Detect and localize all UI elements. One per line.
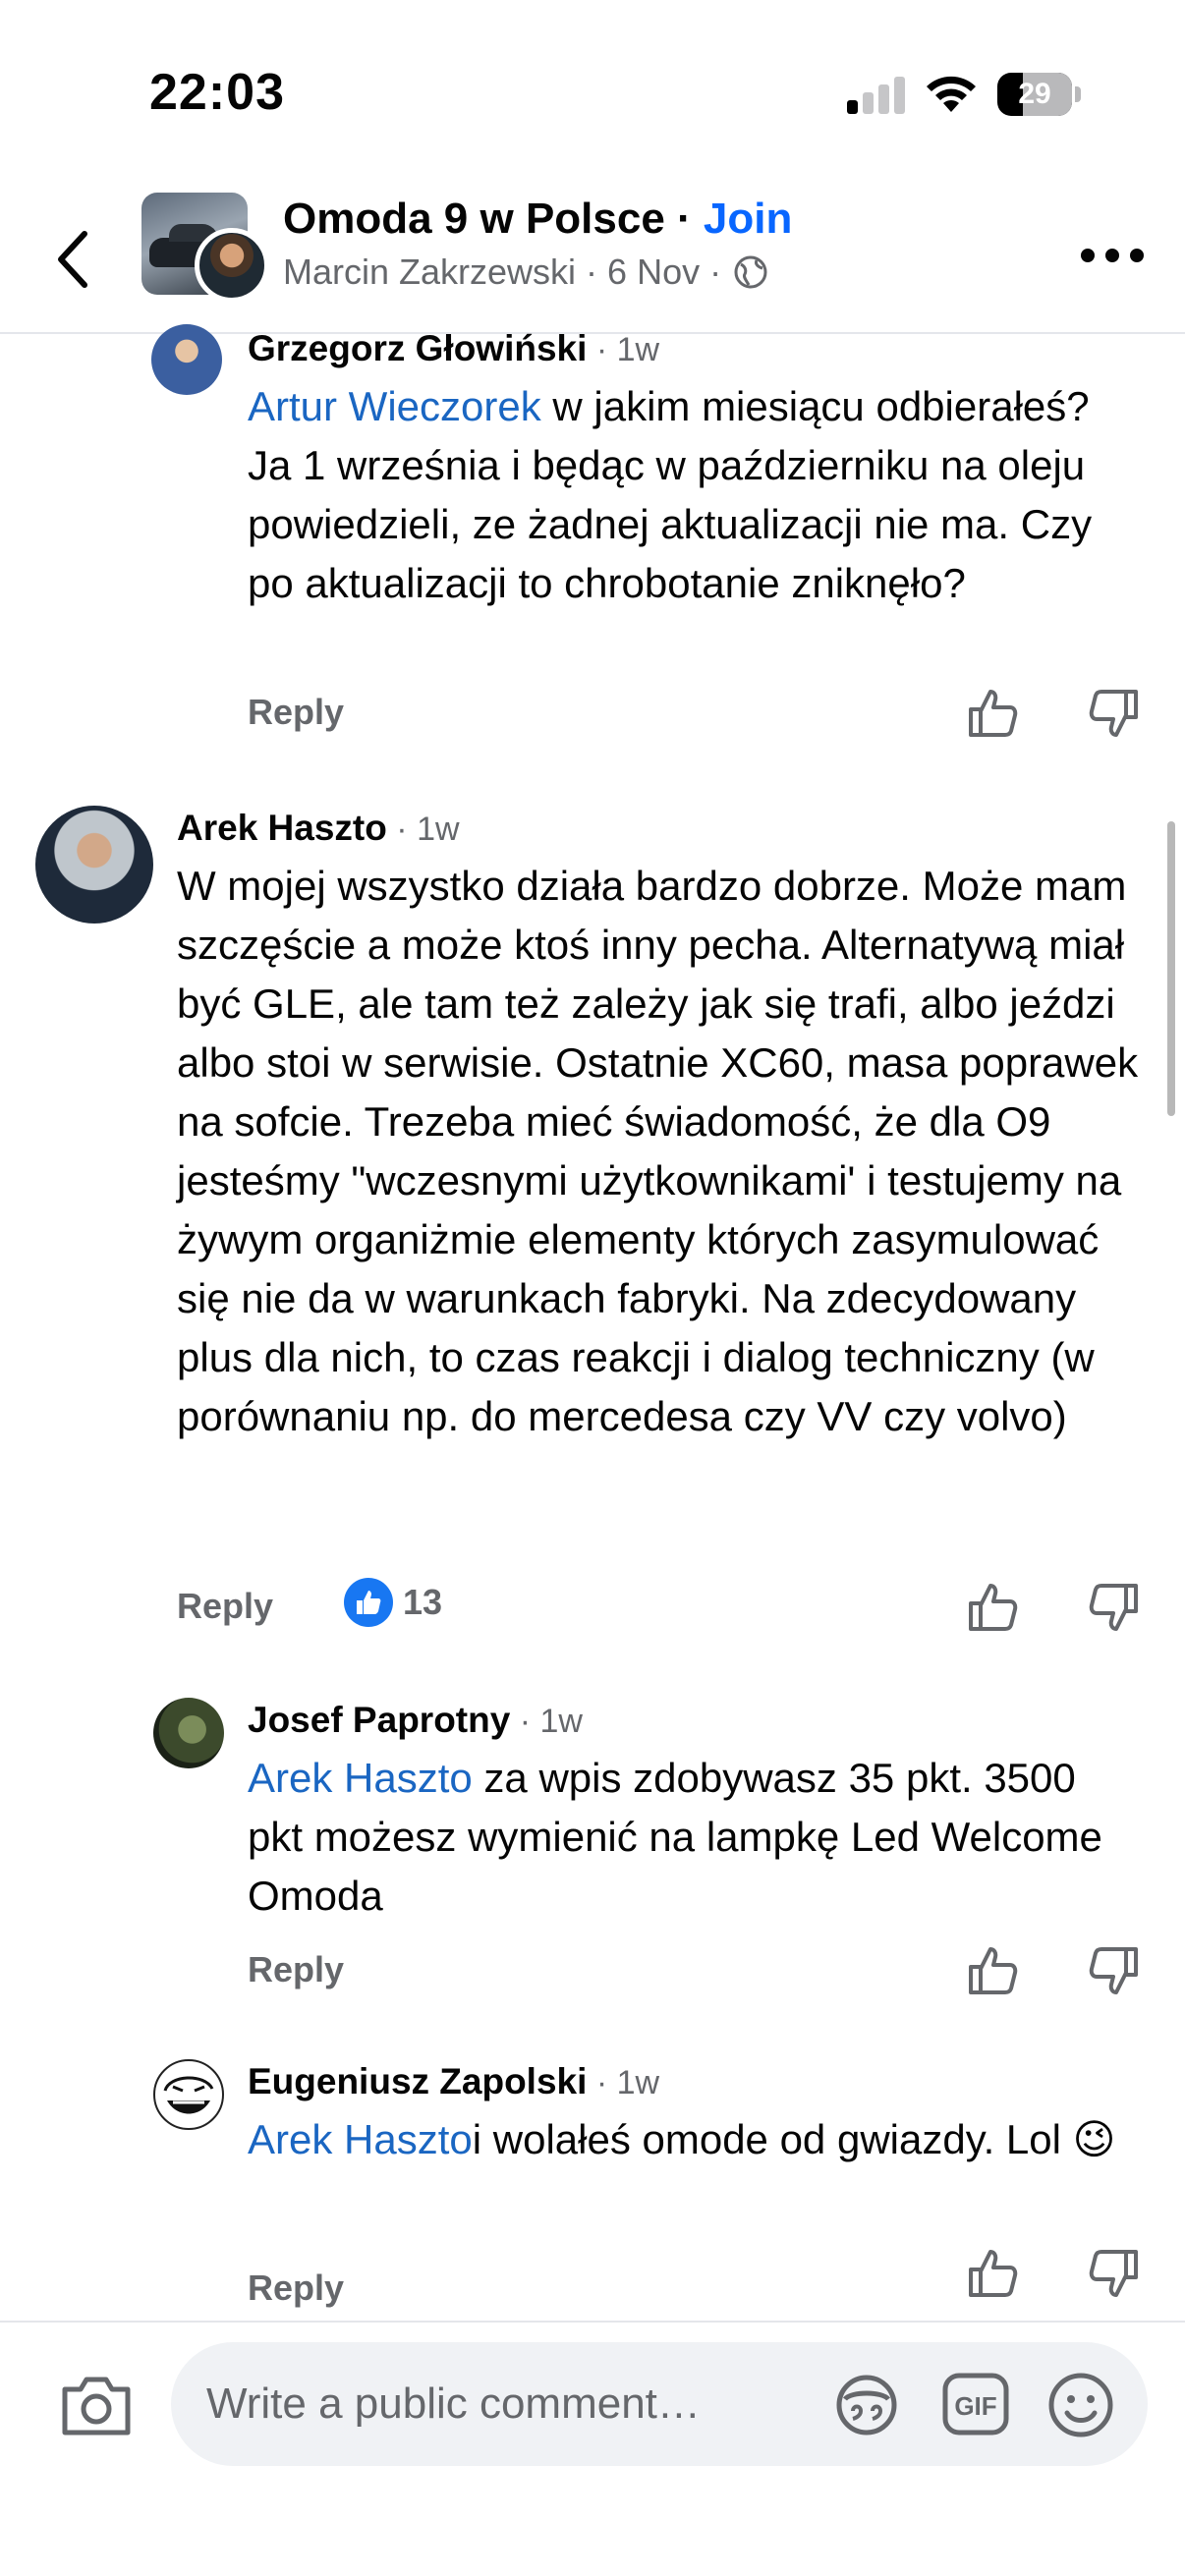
trollface-icon [163, 2076, 214, 2114]
avatar[interactable] [153, 1698, 224, 1768]
comment-arek: Arek Haszto · 1w W mojej wszystko działa… [0, 804, 1185, 1649]
poster-name[interactable]: Marcin Zakrzewski [283, 252, 576, 293]
comment-body: W mojej wszystko działa bardzo dobrze. M… [177, 863, 1139, 1439]
thumbs-up-icon[interactable] [965, 686, 1020, 741]
back-button[interactable] [43, 220, 102, 299]
thumbs-down-icon[interactable] [1087, 1943, 1142, 1998]
globe-icon [734, 255, 767, 289]
reaction-count: 13 [403, 1582, 443, 1622]
comment-josef: Josef Paprotny · 1w Arek Haszto za wpis … [0, 1696, 1185, 2010]
author-name[interactable]: Eugeniusz Zapolski [248, 2061, 587, 2101]
reply-button[interactable]: Reply [177, 1586, 273, 1627]
mention-link[interactable]: Arek Haszto [248, 1755, 473, 1801]
reply-button[interactable]: Reply [248, 692, 344, 733]
comment-author: Josef Paprotny · 1w [248, 1700, 583, 1741]
wifi-icon [927, 76, 976, 112]
mention-link[interactable]: Artur Wieczorek [248, 383, 541, 429]
comment-author: Grzegorz Głowiński · 1w [248, 328, 659, 369]
author-name[interactable]: Josef Paprotny [248, 1700, 510, 1740]
mention-link[interactable]: Arek Haszto [248, 2116, 473, 2162]
thumbs-down-icon[interactable] [1087, 2246, 1142, 2301]
author-name[interactable]: Grzegorz Głowiński [248, 328, 587, 368]
meta-separator: · [700, 252, 722, 292]
avatar[interactable] [151, 324, 222, 395]
title-separator: · [664, 195, 704, 243]
thumbs-down-icon[interactable] [1087, 686, 1142, 741]
thumbs-up-icon[interactable] [965, 1943, 1020, 1998]
comment-time: · 1w [386, 811, 460, 848]
post-meta: Marcin Zakrzewski · 6 Nov · [283, 252, 768, 293]
cellular-signal-icon [847, 75, 906, 114]
thumbs-down-icon[interactable] [1087, 1580, 1142, 1635]
comment-time: · 1w [510, 1703, 583, 1740]
scrollbar[interactable] [1167, 821, 1175, 1116]
thumbs-up-icon[interactable] [965, 1580, 1020, 1635]
svg-text:GIF: GIF [954, 2391, 996, 2421]
battery-icon: 29 [997, 73, 1081, 116]
comment-time: · 1w [587, 2064, 660, 2101]
comment-composer: GIF [0, 2321, 1185, 2576]
avatar[interactable] [153, 2059, 224, 2130]
comment-text: Arek Haszto za wpis zdobywasz 35 pkt. 35… [248, 1749, 1142, 1926]
avatar-sticker-icon[interactable] [831, 2370, 902, 2440]
comment-input[interactable] [206, 2342, 816, 2466]
group-title: Omoda 9 w Polsce · Join [283, 195, 792, 244]
join-button[interactable]: Join [704, 195, 792, 243]
comment-body: i wolałeś omode od gwiazdy. Lol 😉 [472, 2116, 1116, 2162]
like-reaction-icon [344, 1578, 393, 1627]
comment-text: W mojej wszystko działa bardzo dobrze. M… [177, 857, 1150, 1446]
comment-grzegorz: Grzegorz Głowiński · 1w Artur Wieczorek … [0, 324, 1185, 756]
more-options-button[interactable] [1081, 236, 1144, 275]
poster-avatar[interactable] [195, 228, 269, 303]
comment-eugeniusz: Eugeniusz Zapolski · 1w Arek Hasztoi wol… [0, 2057, 1185, 2313]
more-dot-icon [1130, 249, 1144, 262]
reaction-summary[interactable]: 13 [344, 1578, 442, 1627]
emoji-icon[interactable] [1045, 2370, 1116, 2440]
status-bar: 22:03 29 [0, 0, 1185, 187]
avatar[interactable] [35, 806, 153, 924]
chevron-left-icon [58, 231, 87, 288]
more-dot-icon [1105, 249, 1119, 262]
comment-author: Eugeniusz Zapolski · 1w [248, 2061, 659, 2102]
comment-text: Arek Hasztoi wolałeś omode od gwiazdy. L… [248, 2110, 1161, 2169]
comment-author: Arek Haszto · 1w [177, 808, 460, 849]
meta-separator: · [576, 252, 608, 292]
gif-icon[interactable]: GIF [941, 2372, 1010, 2436]
post-date[interactable]: 6 Nov [607, 252, 700, 293]
group-name[interactable]: Omoda 9 w Polsce [283, 195, 665, 243]
comment-text: Artur Wieczorek w jakim miesiącu odbiera… [248, 377, 1142, 613]
comment-time: · 1w [587, 331, 660, 368]
author-name[interactable]: Arek Haszto [177, 808, 387, 848]
more-dot-icon [1081, 249, 1095, 262]
thumbs-up-icon[interactable] [965, 2246, 1020, 2301]
reply-button[interactable]: Reply [248, 1949, 344, 1990]
reply-button[interactable]: Reply [248, 2268, 344, 2309]
camera-icon[interactable] [59, 2370, 134, 2440]
post-header: Omoda 9 w Polsce · Join Marcin Zakrzewsk… [0, 187, 1185, 334]
comment-field[interactable]: GIF [171, 2342, 1148, 2466]
battery-level: 29 [1018, 78, 1051, 110]
status-time: 22:03 [149, 64, 285, 121]
